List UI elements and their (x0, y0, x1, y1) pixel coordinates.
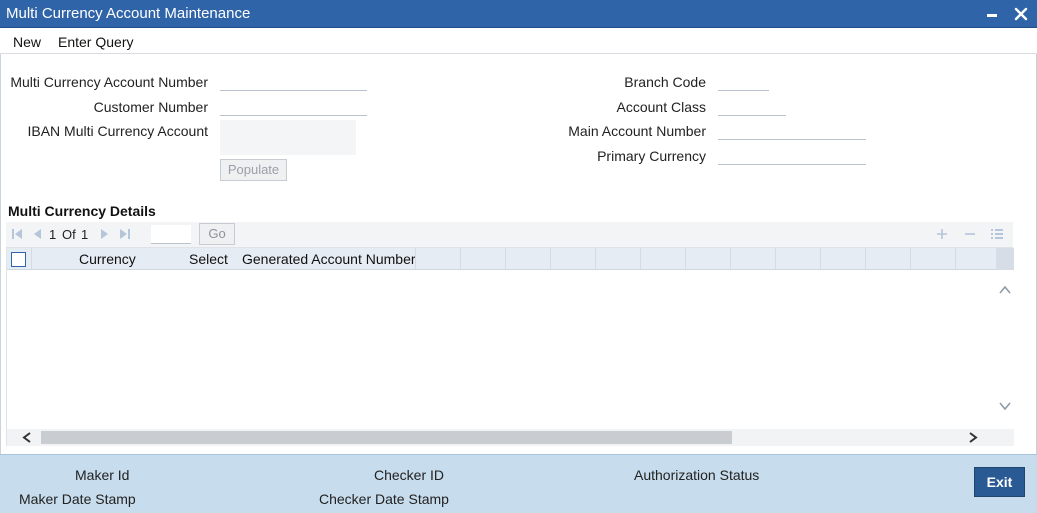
scroll-up-icon[interactable] (998, 284, 1012, 299)
multi-currency-details-grid: Currency Select Generated Account Number (6, 247, 1014, 446)
checker-date-stamp-label: Checker Date Stamp (319, 491, 449, 507)
column-divider (595, 248, 596, 270)
window-titlebar: Multi Currency Account Maintenance (0, 0, 1037, 28)
customer-number-input[interactable] (220, 96, 367, 116)
column-divider (31, 248, 32, 270)
next-page-icon[interactable] (98, 227, 112, 241)
audit-footer: Maker Id Maker Date Stamp Checker ID Che… (0, 454, 1037, 513)
action-toolbar: New Enter Query (0, 28, 1037, 54)
current-page-number: 1 (49, 227, 57, 242)
page-of-label: Of (62, 227, 76, 242)
horizontal-scrollbar[interactable] (7, 429, 1014, 446)
single-view-icon[interactable] (990, 227, 1004, 241)
go-button[interactable]: Go (199, 223, 235, 245)
column-divider (505, 248, 506, 270)
add-row-icon[interactable] (935, 227, 949, 241)
branch-code-input[interactable] (718, 71, 769, 91)
multi-currency-details-title: Multi Currency Details (8, 203, 156, 219)
close-icon[interactable] (1011, 4, 1031, 24)
first-page-icon[interactable] (10, 227, 24, 241)
column-header-currency[interactable]: Currency (79, 248, 136, 270)
column-divider (550, 248, 551, 270)
vertical-scrollbar[interactable] (996, 270, 1014, 430)
column-divider (730, 248, 731, 270)
select-all-checkbox[interactable] (11, 252, 26, 267)
horizontal-scroll-thumb[interactable] (41, 431, 732, 444)
maker-date-stamp-label: Maker Date Stamp (19, 491, 136, 507)
column-divider (460, 248, 461, 270)
account-class-label: Account Class (616, 99, 706, 115)
iban-mc-account-input[interactable] (220, 120, 356, 155)
column-divider (640, 248, 641, 270)
column-divider (415, 248, 416, 270)
minimize-icon[interactable] (982, 4, 1002, 24)
customer-number-label: Customer Number (93, 99, 208, 115)
previous-page-icon[interactable] (30, 227, 44, 241)
grid-header-row: Currency Select Generated Account Number (7, 248, 996, 270)
scroll-right-icon[interactable] (967, 431, 979, 447)
main-account-number-input[interactable] (718, 120, 866, 140)
iban-mc-account-label: IBAN Multi Currency Account (27, 123, 208, 139)
primary-currency-label: Primary Currency (597, 148, 706, 164)
column-divider (910, 248, 911, 270)
mc-account-number-label: Multi Currency Account Number (10, 74, 208, 90)
main-account-number-label: Main Account Number (568, 123, 706, 139)
window-title: Multi Currency Account Maintenance (6, 5, 251, 22)
column-divider (820, 248, 821, 270)
total-pages-number: 1 (81, 227, 89, 242)
delete-row-icon[interactable] (963, 227, 977, 241)
maker-id-label: Maker Id (75, 467, 130, 483)
account-class-input[interactable] (718, 96, 786, 116)
scroll-down-icon[interactable] (998, 400, 1012, 415)
scroll-left-icon[interactable] (21, 431, 33, 447)
primary-currency-input[interactable] (718, 145, 866, 165)
enter-query-button[interactable]: Enter Query (58, 34, 133, 50)
column-divider (955, 248, 956, 270)
exit-button[interactable]: Exit (974, 467, 1025, 497)
authorization-status-label: Authorization Status (634, 467, 760, 483)
column-header-select[interactable]: Select (189, 248, 228, 270)
grid-pagination-bar: 1 Of 1 Go (6, 222, 1013, 247)
branch-code-label: Branch Code (624, 74, 706, 90)
column-header-generated-account-number[interactable]: Generated Account Number (242, 248, 416, 270)
new-button[interactable]: New (13, 34, 41, 50)
column-divider (685, 248, 686, 270)
mc-account-number-input[interactable] (220, 71, 367, 91)
last-page-icon[interactable] (118, 227, 132, 241)
column-divider (865, 248, 866, 270)
checker-id-label: Checker ID (374, 467, 445, 483)
vertical-scrollbar-header (996, 248, 1014, 270)
go-to-page-input[interactable] (151, 225, 191, 244)
column-divider (775, 248, 776, 270)
populate-button[interactable]: Populate (220, 159, 287, 181)
